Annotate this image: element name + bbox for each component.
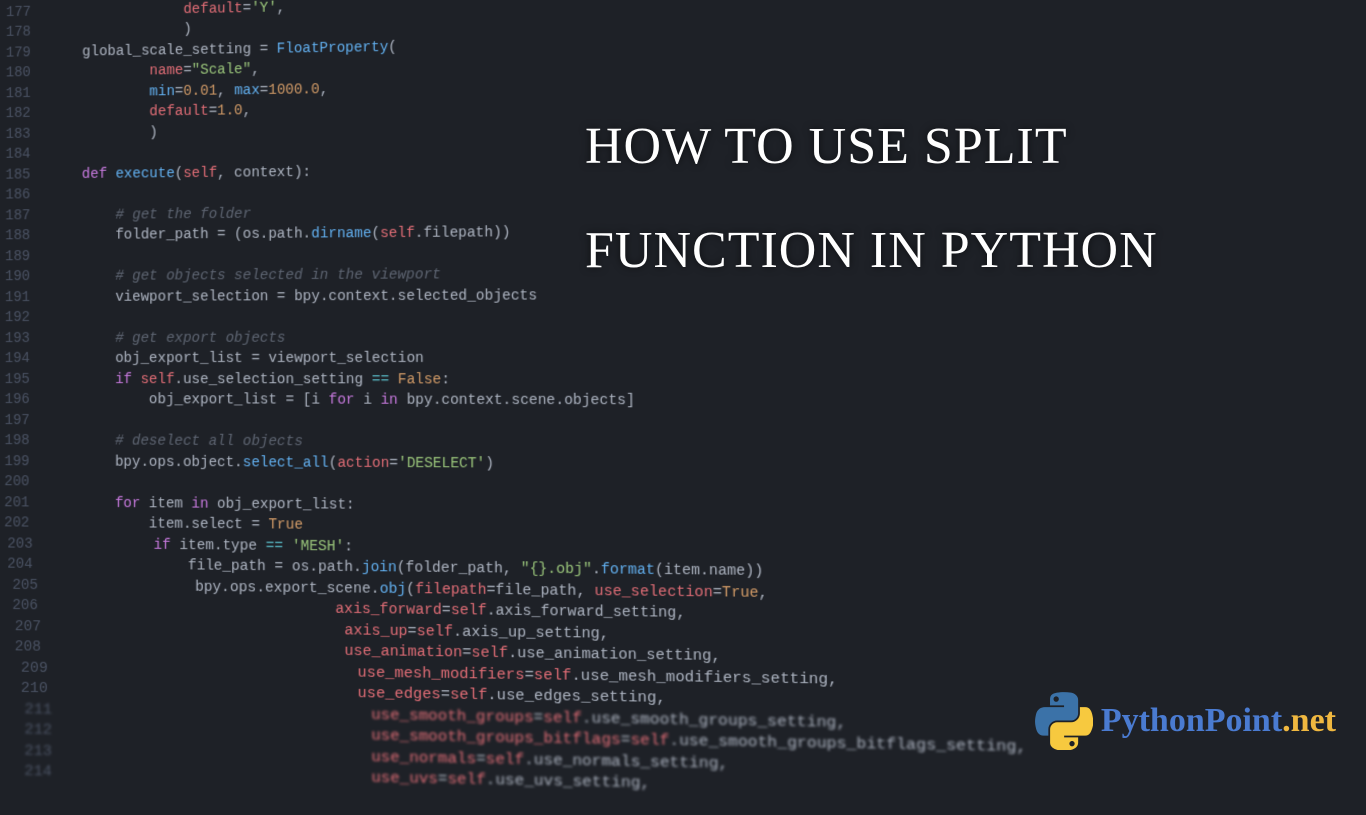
line-number: 202 [0,513,47,534]
line-number: 203 [2,534,51,555]
code-content: if self.use_selection_setting == False: [48,370,1366,392]
line-number: 209 [16,658,67,679]
line-number: 183 [1,124,49,145]
line-number: 207 [10,616,60,637]
line-number: 208 [10,637,60,658]
code-content [48,304,1366,328]
line-number: 195 [0,369,48,390]
line-number: 214 [19,762,72,784]
line-number: 200 [0,472,48,493]
python-icon [1035,692,1093,750]
code-line[interactable]: 195 if self.use_selection_setting == Fal… [0,369,1366,391]
line-number: 186 [1,185,49,206]
line-number: 190 [0,267,48,288]
logo-text: PythonPoint.net [1101,702,1336,740]
line-number: 213 [19,741,72,763]
line-number: 191 [0,287,48,308]
code-content: # get export objects [48,326,1366,349]
line-number: 179 [1,43,49,64]
line-number: 204 [2,554,51,575]
code-line[interactable]: 193 # get export objects [0,326,1366,349]
line-number: 185 [1,165,49,186]
line-number: 212 [19,720,72,742]
line-number: 205 [7,575,56,596]
line-number: 192 [0,308,48,329]
line-number: 206 [7,596,56,617]
line-number: 194 [0,349,48,370]
line-number: 184 [1,144,49,165]
line-number: 188 [0,226,48,247]
line-number: 197 [0,411,48,432]
line-number: 201 [0,493,47,514]
line-number: 181 [1,83,49,104]
code-line[interactable]: 192 [0,304,1366,328]
line-number: 193 [0,328,48,349]
line-number: 178 [1,22,49,43]
line-number: 180 [1,63,49,84]
line-number: 196 [0,390,48,411]
page-title: HOW TO USE SPLIT FUNCTION IN PYTHON [585,95,1306,303]
code-line[interactable]: 194 obj_export_list = viewport_selection [0,348,1366,370]
line-number: 199 [0,452,48,473]
line-number: 189 [0,247,48,268]
line-number: 210 [16,679,67,701]
site-logo: PythonPoint.net [1035,692,1336,750]
line-number: 211 [19,699,72,721]
code-content: obj_export_list = viewport_selection [48,348,1366,370]
line-number: 187 [1,206,49,227]
line-number: 182 [1,104,49,125]
line-number: 177 [1,2,49,23]
line-number: 198 [0,431,48,452]
